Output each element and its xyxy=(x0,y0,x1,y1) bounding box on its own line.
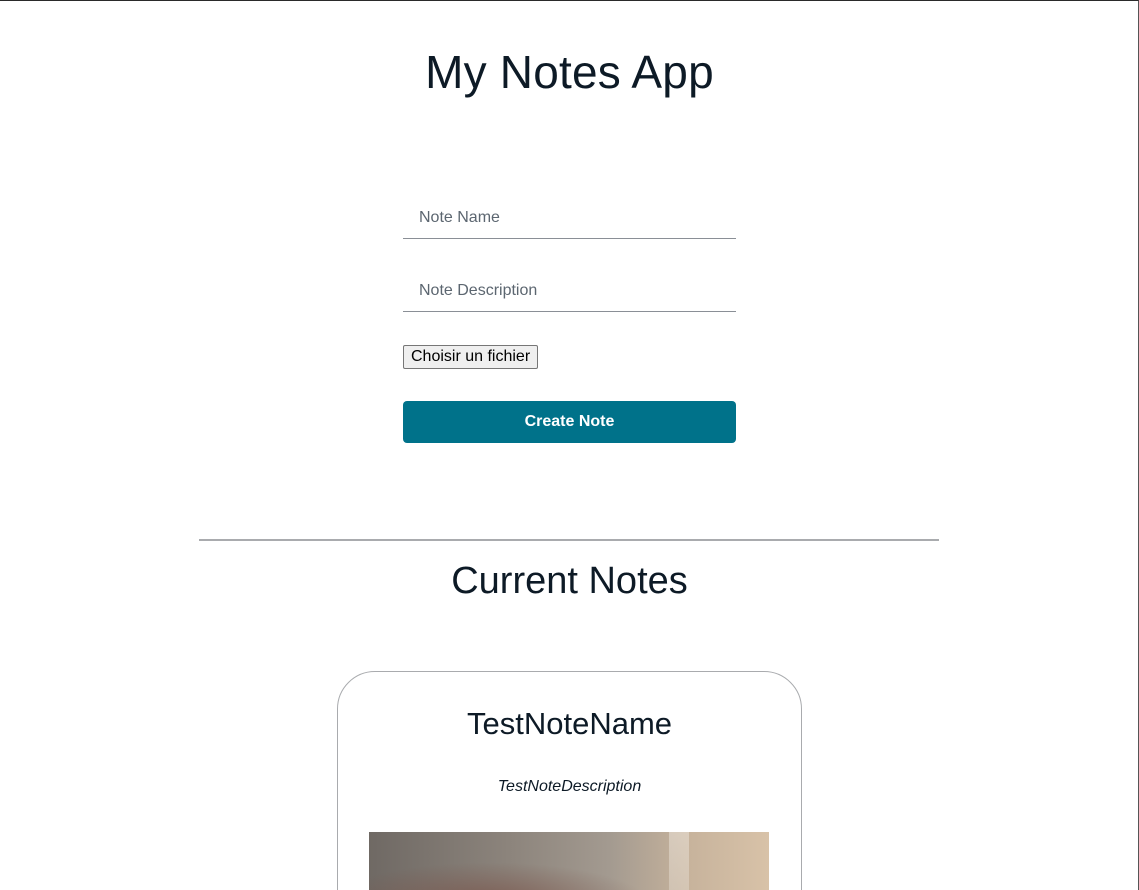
choose-file-button[interactable]: Choisir un fichier xyxy=(403,345,539,369)
section-divider xyxy=(199,539,939,541)
app-window: My Notes App Choisir un fichier Create N… xyxy=(0,0,1139,890)
note-image xyxy=(369,832,769,890)
create-note-button[interactable]: Create Note xyxy=(403,401,736,443)
note-description: TestNoteDescription xyxy=(497,778,642,795)
app-title: My Notes App xyxy=(425,46,714,98)
note-description-input[interactable] xyxy=(403,270,736,312)
note-card: TestNoteName TestNoteDescription xyxy=(337,671,802,890)
create-note-form: Choisir un fichier Create Note xyxy=(403,197,736,443)
note-name: TestNoteName xyxy=(466,706,673,741)
note-name-input[interactable] xyxy=(403,197,736,239)
current-notes-title: Current Notes xyxy=(451,560,688,602)
